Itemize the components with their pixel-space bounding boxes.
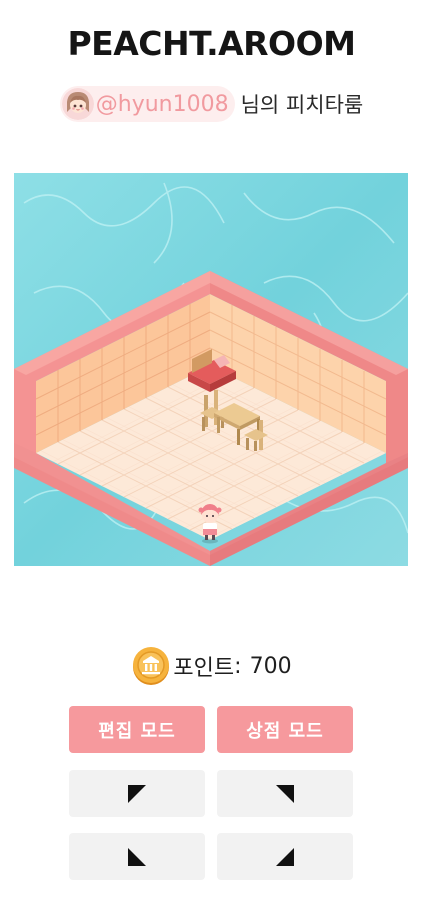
coin-icon — [133, 647, 170, 685]
arrow-down-right-icon — [276, 847, 294, 866]
arrow-down-left-icon — [128, 847, 146, 866]
arrow-up-left-icon — [128, 784, 146, 803]
points-display: 포인트 : 700 — [0, 644, 423, 688]
edit-mode-button[interactable]: 편집 모드 — [69, 706, 205, 753]
room-owner-row: @hyun1008 님의 피치타룸 — [0, 84, 423, 124]
room-scene — [14, 173, 408, 566]
move-down-right-button[interactable] — [217, 833, 353, 880]
avatar-icon — [61, 88, 94, 120]
isometric-room-view[interactable] — [14, 173, 408, 566]
move-down-left-button[interactable] — [69, 833, 205, 880]
move-up-right-button[interactable] — [217, 770, 353, 817]
owner-badge[interactable]: @hyun1008 — [59, 86, 235, 122]
points-separator: : — [234, 653, 242, 679]
shop-mode-button[interactable]: 상점 모드 — [217, 706, 353, 753]
owner-room-label: 님의 피치타룸 — [240, 93, 364, 117]
move-up-left-button[interactable] — [69, 770, 205, 817]
arrow-up-right-icon — [276, 784, 294, 803]
points-value: 700 — [249, 653, 292, 679]
points-label: 포인트 — [173, 656, 235, 681]
app-title: PEACHT.AROOM — [67, 24, 356, 63]
owner-handle-link[interactable]: @hyun1008 — [96, 92, 229, 117]
